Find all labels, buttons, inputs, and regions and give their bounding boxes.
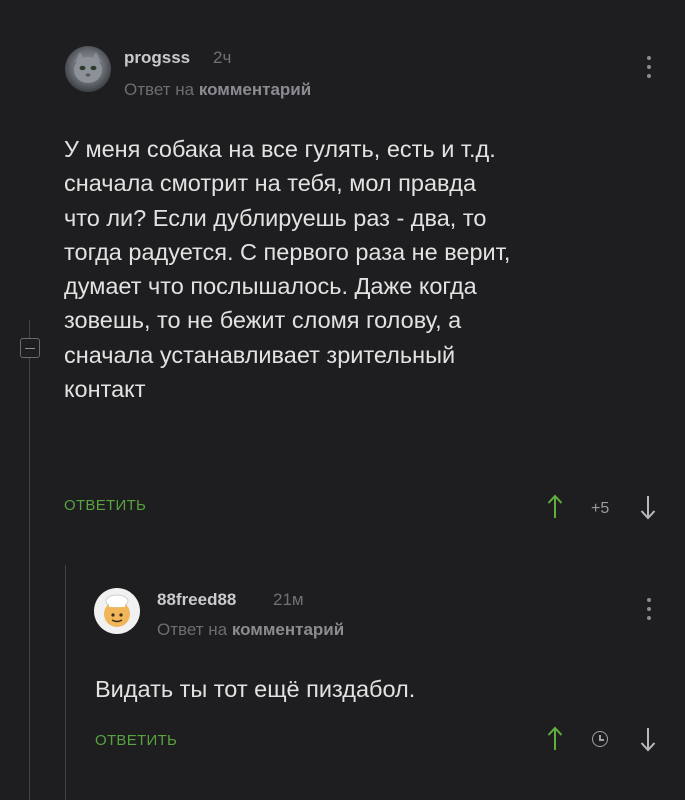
- comment-time: 21м: [273, 590, 304, 609]
- thread-line-top: [29, 320, 30, 338]
- reply-button[interactable]: ОТВЕТИТЬ: [95, 732, 177, 749]
- reply-to-line: Ответ на комментарий: [157, 620, 344, 640]
- comment-author[interactable]: 88freed88: [157, 590, 236, 610]
- reply-button[interactable]: ОТВЕТИТЬ: [64, 497, 146, 514]
- avatar[interactable]: [65, 46, 111, 92]
- cat-avatar-icon: [74, 52, 102, 83]
- avatar[interactable]: [94, 588, 140, 634]
- comment-score: +5: [591, 500, 610, 517]
- more-menu-icon[interactable]: [646, 598, 652, 620]
- comment-time: 2ч: [213, 48, 232, 67]
- reply-target-link[interactable]: комментарий: [232, 620, 344, 639]
- arrow-up-icon[interactable]: [547, 494, 563, 524]
- more-menu-icon[interactable]: [646, 56, 652, 78]
- nested-thread-line[interactable]: [65, 565, 66, 800]
- chef-avatar-icon: [104, 594, 130, 627]
- arrow-down-icon[interactable]: [640, 494, 656, 524]
- arrow-up-icon[interactable]: [547, 726, 563, 756]
- arrow-down-icon[interactable]: [640, 726, 656, 756]
- reply-prefix: Ответ на: [157, 620, 228, 639]
- reply-prefix: Ответ на: [124, 80, 195, 99]
- comment-body: Видать ты тот ещё пиздабол.: [95, 676, 416, 702]
- comment-author[interactable]: progsss: [124, 48, 190, 68]
- comment-body: У меня собака на все гулять, есть и т.д.…: [64, 136, 511, 403]
- thread-line-bottom[interactable]: [29, 358, 30, 800]
- collapse-thread-button[interactable]: [20, 338, 40, 358]
- clock-icon: [592, 731, 608, 747]
- reply-to-line: Ответ на комментарий: [124, 80, 311, 100]
- reply-target-link[interactable]: комментарий: [199, 80, 311, 99]
